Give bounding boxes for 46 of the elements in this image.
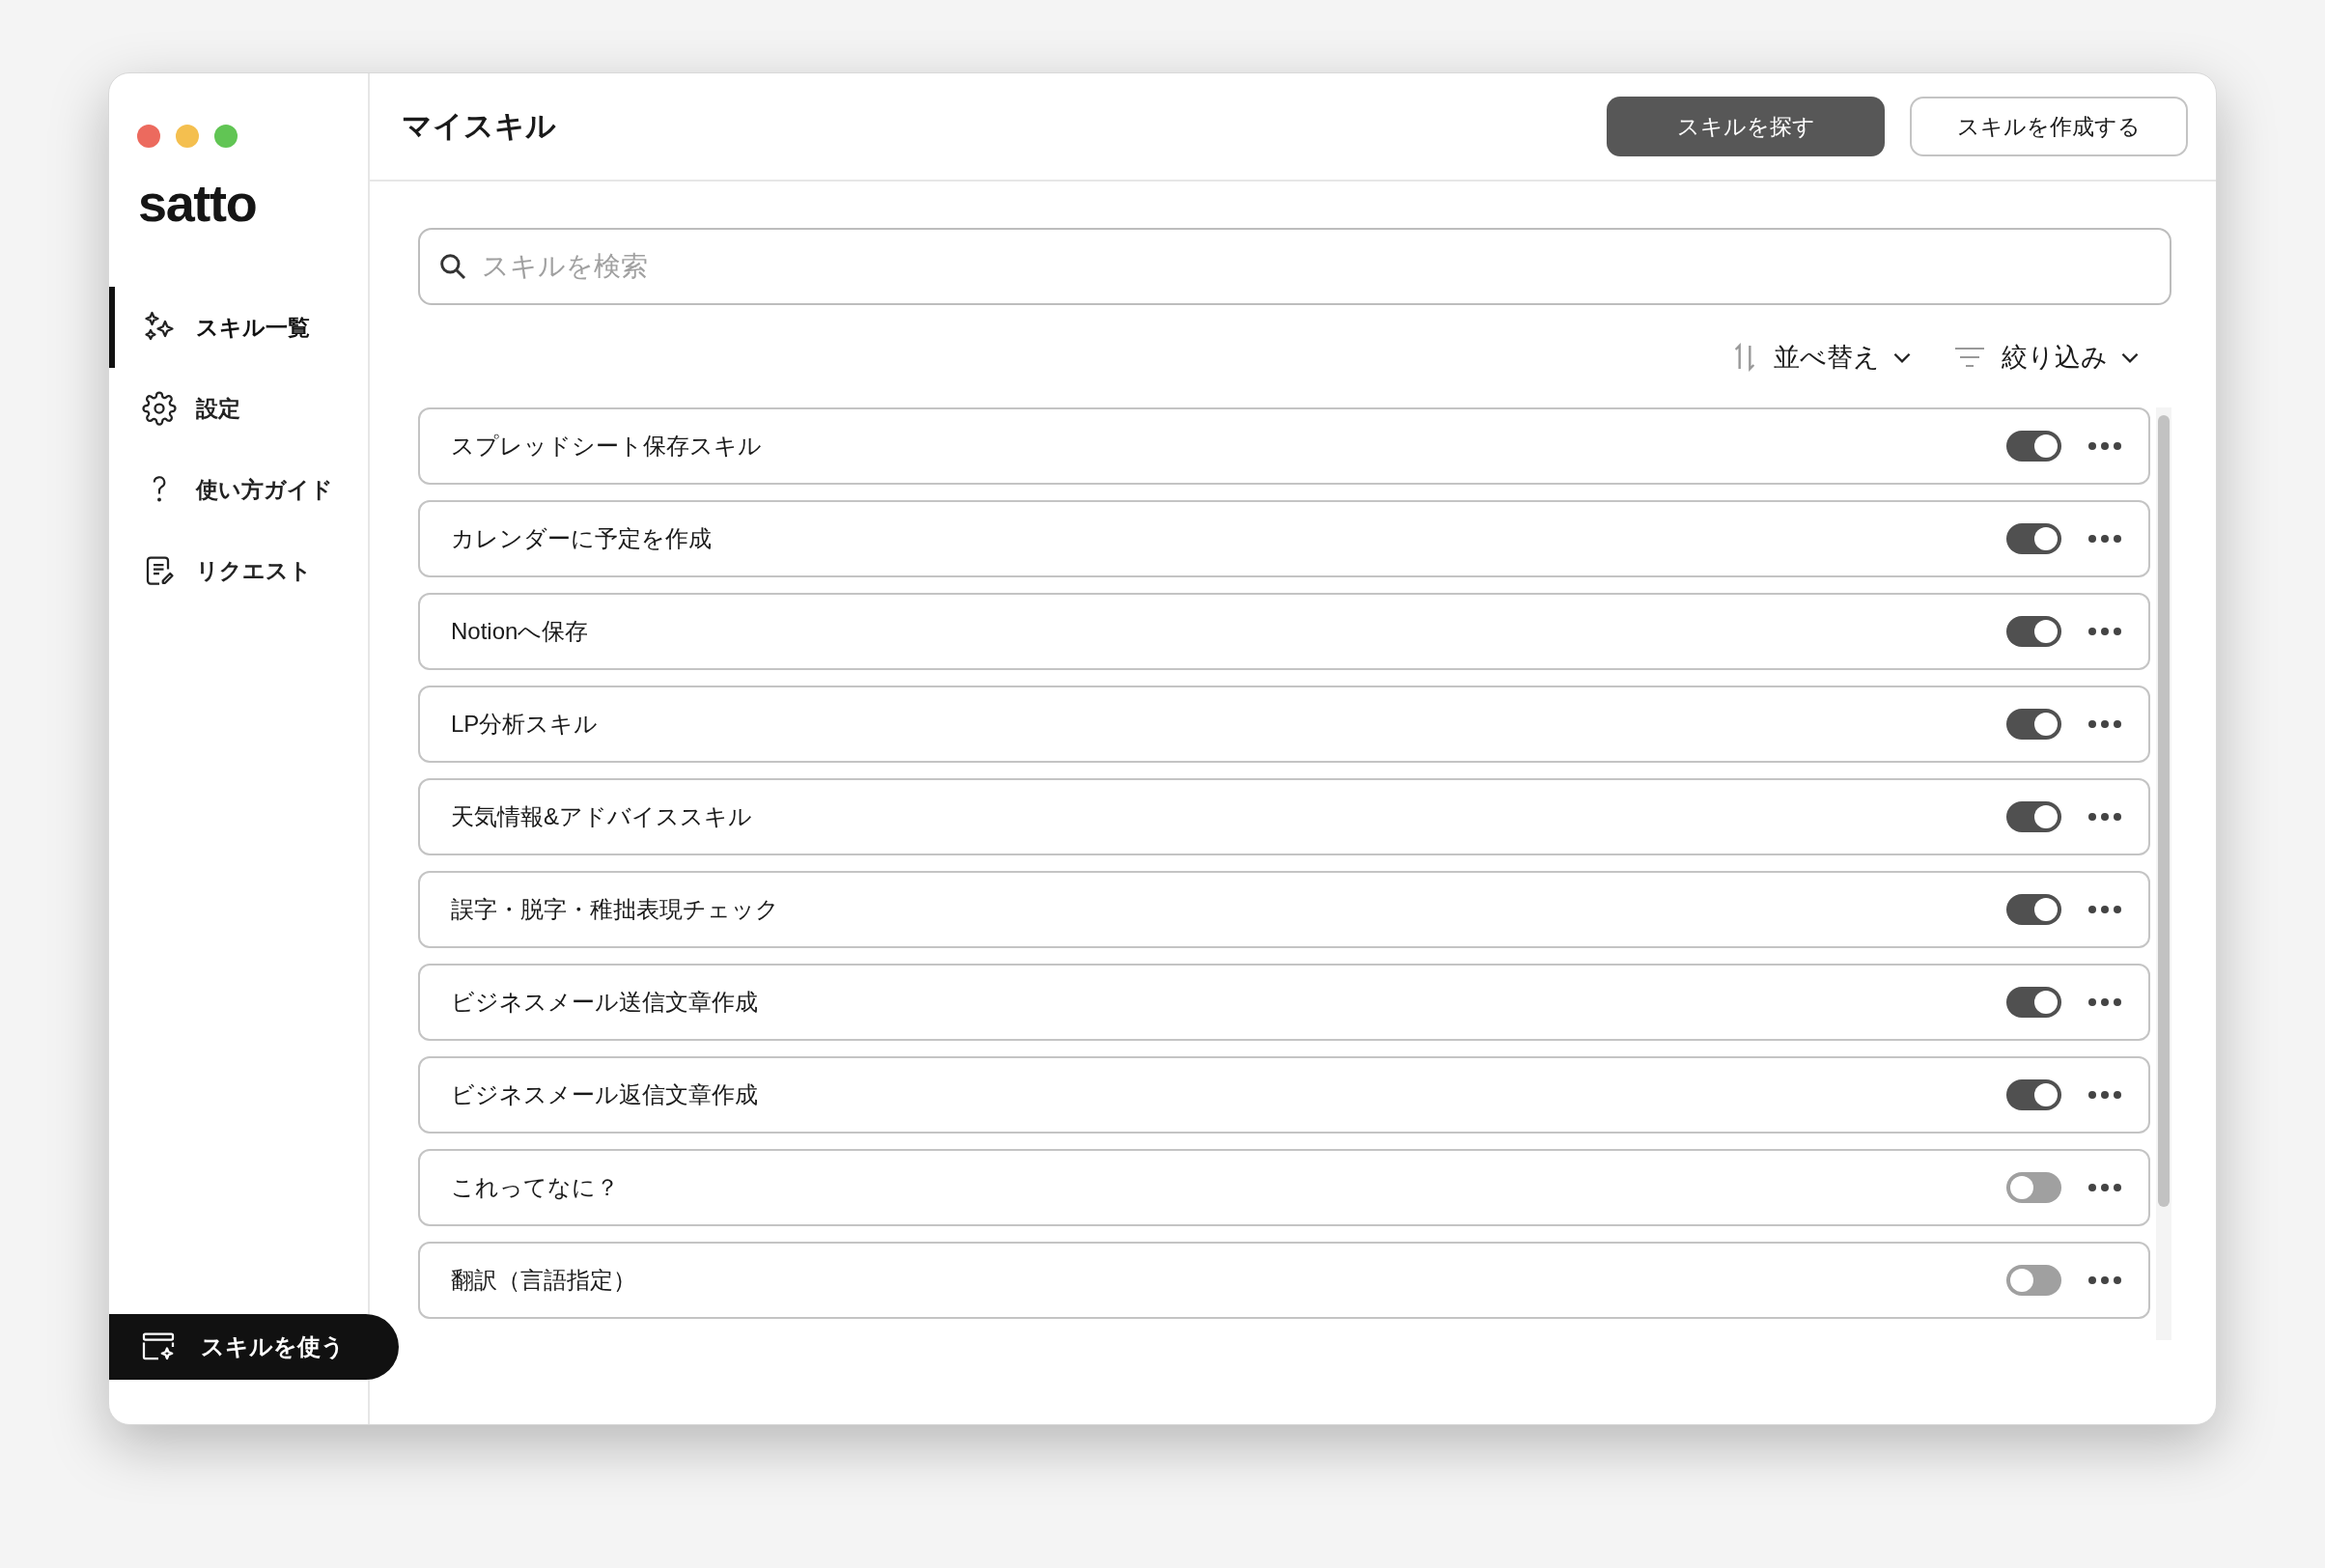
- skill-name: これってなに？: [451, 1173, 620, 1202]
- skill-row[interactable]: ビジネスメール返信文章作成: [418, 1056, 2150, 1134]
- page-title: マイスキル: [402, 107, 556, 145]
- app-logo: satto: [138, 177, 257, 229]
- skill-name: ビジネスメール返信文章作成: [451, 1080, 759, 1109]
- skill-row[interactable]: 翻訳（言語指定）: [418, 1242, 2150, 1319]
- search-icon: [437, 251, 468, 282]
- skill-name: 天気情報&アドバイススキル: [451, 802, 753, 831]
- skill-name: Notionへ保存: [451, 617, 590, 646]
- toggle-switch[interactable]: [2006, 987, 2061, 1018]
- toggle-switch[interactable]: [2006, 1079, 2061, 1110]
- skill-name: カレンダーに予定を作成: [451, 524, 713, 553]
- filter-dropdown[interactable]: 絞り込み: [1953, 337, 2143, 378]
- close-window-button[interactable]: [137, 125, 160, 148]
- skill-row[interactable]: 天気情報&アドバイススキル: [418, 778, 2150, 855]
- settings-icon: [142, 391, 177, 426]
- create-skill-button[interactable]: スキルを作成する: [1910, 97, 2188, 156]
- toggle-switch[interactable]: [2006, 894, 2061, 925]
- sort-dropdown[interactable]: 並べ替え: [1731, 337, 1915, 378]
- skill-name: ビジネスメール送信文章作成: [451, 988, 759, 1017]
- toggle-switch[interactable]: [2006, 709, 2061, 740]
- scrollbar-thumb[interactable]: [2158, 415, 2170, 1207]
- filter-lines-icon: [1953, 345, 1986, 370]
- toggle-switch[interactable]: [2006, 1172, 2061, 1203]
- skill-row[interactable]: スプレッドシート保存スキル: [418, 407, 2150, 485]
- skill-row[interactable]: 誤字・脱字・稚拙表現チェック: [418, 871, 2150, 948]
- skill-row[interactable]: LP分析スキル: [418, 686, 2150, 763]
- toggle-switch[interactable]: [2006, 801, 2061, 832]
- sidebar-nav-item[interactable]: 設定: [109, 368, 368, 449]
- use-skill-button[interactable]: スキルを使う: [109, 1314, 399, 1380]
- toggle-switch[interactable]: [2006, 523, 2061, 554]
- sidebar-nav-item[interactable]: リクエスト: [109, 530, 368, 611]
- skill-row[interactable]: Notionへ保存: [418, 593, 2150, 670]
- sidebar-nav-item[interactable]: 使い方ガイド: [109, 449, 368, 530]
- find-skills-button[interactable]: スキルを探す: [1607, 97, 1885, 156]
- skill-name: 翻訳（言語指定）: [451, 1266, 637, 1295]
- skill-name: 誤字・脱字・稚拙表現チェック: [451, 895, 780, 924]
- skill-row[interactable]: ビジネスメール送信文章作成: [418, 964, 2150, 1041]
- toggle-switch[interactable]: [2006, 616, 2061, 647]
- search-field[interactable]: スキルを検索: [418, 228, 2171, 305]
- skill-name: スプレッドシート保存スキル: [451, 432, 763, 461]
- skill-row[interactable]: これってなに？: [418, 1149, 2150, 1226]
- toggle-switch[interactable]: [2006, 1265, 2061, 1296]
- toggle-switch[interactable]: [2006, 431, 2061, 462]
- skill-name: LP分析スキル: [451, 710, 600, 739]
- skill-row[interactable]: カレンダーに予定を作成: [418, 500, 2150, 577]
